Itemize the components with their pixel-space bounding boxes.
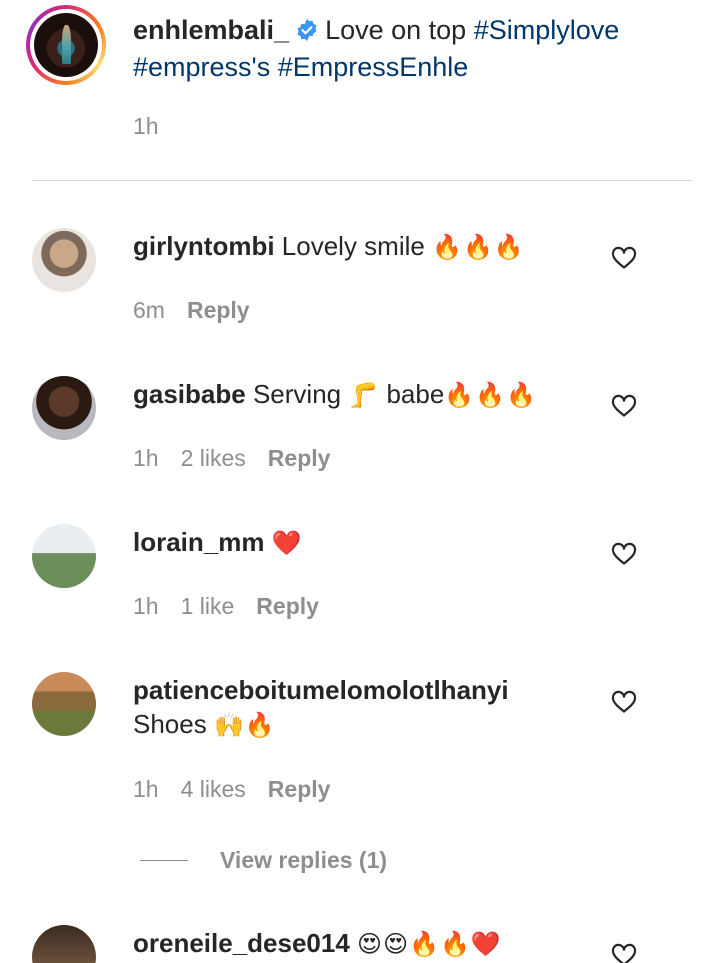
comment-text: lorain_mm ❤️ xyxy=(133,525,603,560)
hashtag-empress[interactable]: #empress's xyxy=(133,52,270,82)
replies-divider-line xyxy=(140,860,188,861)
caption-timestamp: 1h xyxy=(133,113,159,139)
fire-emoji: 🔥🔥🔥 xyxy=(432,233,525,261)
avatar[interactable] xyxy=(32,524,96,588)
comment-body-2: babe xyxy=(386,379,445,409)
comment-username[interactable]: patienceboitumelomolotlhanyi xyxy=(133,675,509,705)
reply-button[interactable]: Reply xyxy=(268,776,331,802)
heart-icon[interactable] xyxy=(611,542,637,566)
verified-badge-icon xyxy=(297,19,317,41)
comment-text: gasibabe Serving 🦵 babe🔥🔥🔥 xyxy=(133,377,603,412)
comment-username[interactable]: gasibabe xyxy=(133,379,246,409)
likes-count[interactable]: 1 like xyxy=(181,593,235,619)
likes-count[interactable]: 2 likes xyxy=(181,445,246,471)
reply-button[interactable]: Reply xyxy=(256,593,319,619)
comment-meta: 6m Reply xyxy=(133,297,272,324)
heart-emoji: ❤️ xyxy=(271,529,303,557)
comment-time: 6m xyxy=(133,297,165,323)
hashtag-simplylove[interactable]: #Simplylove xyxy=(474,15,620,45)
reply-button[interactable]: Reply xyxy=(268,445,331,471)
caption-username[interactable]: enhlembali_ xyxy=(133,15,289,45)
comment-body: Lovely smile xyxy=(281,231,425,261)
avatar[interactable] xyxy=(32,925,96,963)
profile-picture xyxy=(34,13,98,77)
likes-count[interactable]: 4 likes xyxy=(181,776,246,802)
comment-text: girlyntombi Lovely smile 🔥🔥🔥 xyxy=(133,229,603,264)
comment-time: 1h xyxy=(133,593,159,619)
comment-username[interactable]: oreneile_dese014 xyxy=(133,928,350,958)
comment-meta: 1h 4 likes Reply xyxy=(133,776,352,803)
heart-icon[interactable] xyxy=(611,690,637,714)
divider xyxy=(32,180,692,181)
comment-body: Shoes xyxy=(133,709,207,739)
comment-item: girlyntombi Lovely smile 🔥🔥🔥 6m Reply xyxy=(0,226,720,336)
raised-hands-emoji: 🙌🔥 xyxy=(213,711,276,739)
avatar[interactable] xyxy=(32,228,96,292)
comment-username[interactable]: girlyntombi xyxy=(133,231,275,261)
comment-item: patienceboitumelomolotlhanyi Shoes 🙌🔥 1h… xyxy=(0,670,720,810)
view-replies-label[interactable]: View replies (1) xyxy=(220,847,387,874)
leg-emoji: 🦵 xyxy=(348,381,380,409)
comment-meta: 1h 1 like Reply xyxy=(133,593,341,620)
comment-text: oreneile_dese014 😍😍🔥🔥❤️ xyxy=(133,926,603,961)
story-avatar[interactable] xyxy=(26,5,106,85)
hashtag-empressenhle[interactable]: #EmpressEnhle xyxy=(278,52,469,82)
comment-text: patienceboitumelomolotlhanyi Shoes 🙌🔥 xyxy=(133,673,603,742)
comment-item: oreneile_dese014 😍😍🔥🔥❤️ xyxy=(0,923,720,963)
comment-time: 1h xyxy=(133,776,159,802)
emoji-reaction: 😍😍🔥🔥❤️ xyxy=(357,930,502,958)
comment-item: gasibabe Serving 🦵 babe🔥🔥🔥 1h 2 likes Repl… xyxy=(0,374,720,484)
comment-username[interactable]: lorain_mm xyxy=(133,527,265,557)
fire-emoji: 🔥🔥🔥 xyxy=(444,381,537,409)
avatar[interactable] xyxy=(32,672,96,736)
avatar[interactable] xyxy=(32,376,96,440)
post-caption: enhlembali_ Love on top #Simplylove #empr… xyxy=(0,0,720,180)
comment-time: 1h xyxy=(133,445,159,471)
heart-icon[interactable] xyxy=(611,943,637,963)
caption-text: enhlembali_ Love on top #Simplylove #empr… xyxy=(133,12,693,86)
reply-button[interactable]: Reply xyxy=(187,297,250,323)
heart-icon[interactable] xyxy=(611,246,637,270)
comment-item: lorain_mm ❤️ 1h 1 like Reply xyxy=(0,522,720,632)
comment-body: Serving xyxy=(252,379,342,409)
caption-body: Love on top xyxy=(325,15,467,45)
comment-meta: 1h 2 likes Reply xyxy=(133,445,352,472)
heart-icon[interactable] xyxy=(611,394,637,418)
view-replies-button[interactable]: View replies (1) xyxy=(140,847,440,877)
